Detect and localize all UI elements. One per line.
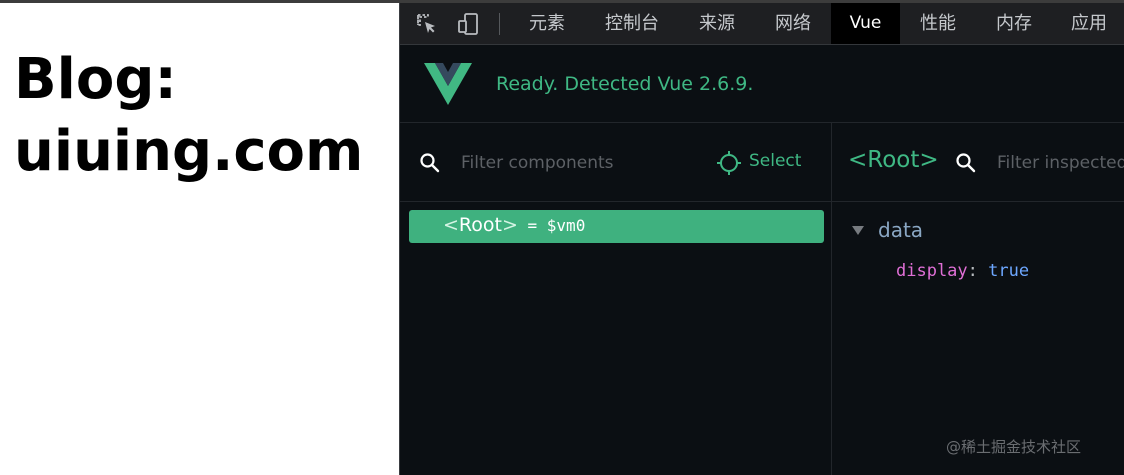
vue-logo-icon bbox=[424, 63, 472, 105]
components-pane: Select <Root> = $vm0 bbox=[400, 123, 832, 475]
tab-memory[interactable]: 内存 bbox=[982, 3, 1046, 44]
property-value[interactable]: true bbox=[988, 261, 1029, 281]
tab-sources[interactable]: 来源 bbox=[684, 3, 750, 44]
filter-components-input[interactable] bbox=[461, 148, 691, 178]
tab-vue[interactable]: Vue bbox=[831, 3, 900, 44]
vue-status-text: Ready. Detected Vue 2.6.9. bbox=[496, 73, 754, 95]
inspector-pane: <Root> data display: true bbox=[832, 123, 1124, 475]
search-icon bbox=[956, 153, 976, 173]
filter-inspected-input[interactable] bbox=[997, 148, 1124, 178]
crosshair-icon bbox=[717, 151, 741, 175]
inspector-toolbar: <Root> bbox=[832, 123, 1124, 202]
data-property-row[interactable]: display: true bbox=[896, 261, 1029, 281]
caret-down-icon[interactable] bbox=[852, 226, 864, 236]
component-name: Root bbox=[458, 214, 502, 236]
components-toolbar: Select bbox=[400, 123, 831, 202]
tab-elements[interactable]: 元素 bbox=[514, 3, 580, 44]
inspect-element-icon[interactable] bbox=[415, 12, 439, 36]
tab-performance[interactable]: 性能 bbox=[906, 3, 970, 44]
property-key: display bbox=[896, 261, 968, 281]
tab-console[interactable]: 控制台 bbox=[590, 3, 674, 44]
heading-line-2: uiuing.com bbox=[14, 119, 364, 184]
tag-close-bracket: > bbox=[501, 214, 518, 236]
tab-network[interactable]: 网络 bbox=[760, 3, 826, 44]
component-tree-row-root[interactable]: <Root> = $vm0 bbox=[409, 210, 824, 243]
search-icon bbox=[420, 153, 440, 173]
devtools-panel: 元素 控制台 来源 网络 Vue 性能 内存 应用 Ready. Detecte… bbox=[399, 3, 1124, 475]
vm-reference: = $vm0 bbox=[517, 216, 586, 235]
section-label-data[interactable]: data bbox=[878, 218, 923, 242]
devtools-tab-bar: 元素 控制台 来源 网络 Vue 性能 内存 应用 bbox=[400, 3, 1124, 45]
property-colon: : bbox=[967, 261, 989, 281]
vue-devtools-header: Ready. Detected Vue 2.6.9. bbox=[400, 45, 1124, 123]
select-label: Select bbox=[749, 151, 802, 171]
toolbar-separator bbox=[499, 13, 500, 35]
watermark: @稀土掘金技术社区 bbox=[946, 438, 1082, 456]
heading-line-1: Blog: bbox=[14, 47, 177, 112]
component-tree-label: <Root> = $vm0 bbox=[443, 214, 585, 236]
tab-application[interactable]: 应用 bbox=[1056, 3, 1122, 44]
device-toolbar-icon[interactable] bbox=[457, 12, 481, 36]
page-heading: Blog: uiuing.com bbox=[14, 44, 363, 188]
inspected-component-title: <Root> bbox=[848, 147, 939, 173]
tag-open-bracket: < bbox=[443, 214, 459, 236]
